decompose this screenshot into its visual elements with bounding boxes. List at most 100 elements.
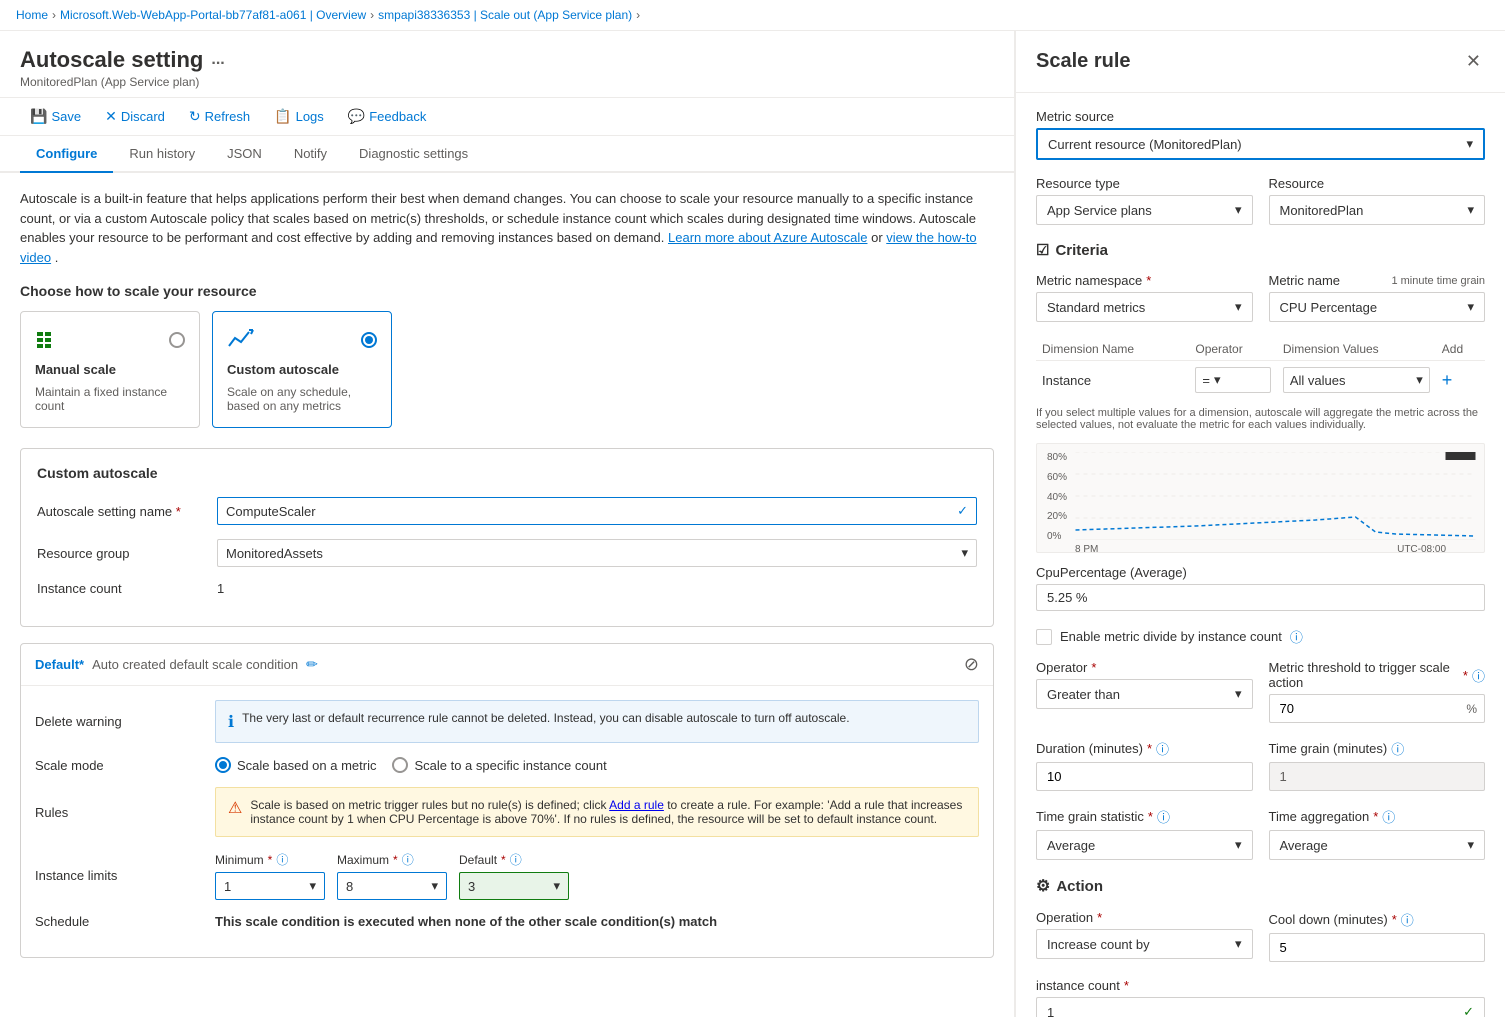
breadcrumb-scaleout[interactable]: smpapi38336353 | Scale out (App Service …: [378, 8, 632, 22]
min-group: Minimum * ⓘ 1 ▾: [215, 851, 325, 900]
max-select[interactable]: 8 ▾: [337, 872, 447, 900]
instance-count-label-rp: instance count *: [1036, 978, 1485, 993]
metric-name-select[interactable]: CPU Percentage ▾: [1269, 292, 1486, 322]
time-grain-info-icon[interactable]: ⓘ: [1391, 739, 1404, 758]
delete-icon[interactable]: ⊘: [964, 654, 979, 675]
cooldown-input[interactable]: [1269, 933, 1486, 962]
resource-col: Resource MonitoredPlan ▾: [1269, 176, 1486, 225]
time-grain-input[interactable]: [1269, 762, 1486, 791]
operation-label: Operation *: [1036, 910, 1253, 925]
condition-body: Delete warning ℹ The very last or defaul…: [21, 686, 993, 957]
tab-diagnostic[interactable]: Diagnostic settings: [343, 136, 484, 173]
cooldown-info-icon[interactable]: ⓘ: [1401, 910, 1414, 929]
tab-notify[interactable]: Notify: [278, 136, 343, 173]
operation-chevron-icon: ▾: [1235, 936, 1242, 952]
resource-type-col: Resource type App Service plans ▾: [1036, 176, 1253, 225]
autoscale-name-input[interactable]: ComputeScaler ✓: [217, 497, 977, 525]
rp-header: Scale rule ✕: [1016, 31, 1505, 93]
radio-metric[interactable]: Scale based on a metric: [215, 757, 376, 773]
cooldown-col: Cool down (minutes) * ⓘ: [1269, 910, 1486, 962]
stat-select[interactable]: Average ▾: [1036, 830, 1253, 860]
manual-scale-option[interactable]: Manual scale Maintain a fixed instance c…: [20, 311, 200, 428]
agg-info-icon[interactable]: ⓘ: [1382, 807, 1395, 826]
resource-type-select[interactable]: App Service plans ▾: [1036, 195, 1253, 225]
logs-button[interactable]: 📋 Logs: [264, 104, 334, 129]
operation-col: Operation * Increase count by ▾: [1036, 910, 1253, 962]
time-grain-col: Time grain (minutes) ⓘ: [1269, 739, 1486, 791]
instance-count-check-icon: ✓: [1463, 1004, 1474, 1017]
save-label: Save: [51, 109, 81, 124]
radio-specific[interactable]: Scale to a specific instance count: [392, 757, 606, 773]
duration-input[interactable]: [1036, 762, 1253, 791]
duration-info-icon[interactable]: ⓘ: [1156, 739, 1169, 758]
resource-group-select[interactable]: MonitoredAssets ▾: [217, 539, 977, 567]
dim-op-chevron-icon: ▾: [1214, 372, 1221, 388]
instance-count-row: Instance count 1: [37, 581, 977, 596]
default-info-icon[interactable]: ⓘ: [510, 851, 522, 868]
operation-select[interactable]: Increase count by ▾: [1036, 929, 1253, 959]
add-dimension-button[interactable]: +: [1442, 370, 1453, 391]
dim-operator-select[interactable]: = ▾: [1195, 367, 1271, 393]
stat-agg-row: Time grain statistic * ⓘ Average ▾ Time …: [1036, 807, 1485, 860]
refresh-label: Refresh: [205, 109, 251, 124]
condition-header: Default* Auto created default scale cond…: [21, 644, 993, 686]
feedback-button[interactable]: 💬 Feedback: [338, 104, 437, 129]
radio-metric-label: Scale based on a metric: [237, 758, 376, 773]
default-select[interactable]: 3 ▾: [459, 872, 569, 900]
operator-select[interactable]: Greater than ▾: [1036, 679, 1253, 709]
custom-desc: Scale on any schedule, based on any metr…: [227, 385, 377, 413]
min-info-icon[interactable]: ⓘ: [276, 851, 288, 868]
chart-area: 80% 60% 40% 20% 0%: [1036, 443, 1485, 553]
metric-ns-select[interactable]: Standard metrics ▾: [1036, 292, 1253, 322]
instance-count-input-rp[interactable]: 1 ✓: [1036, 997, 1485, 1017]
metric-ns-col: Metric namespace * Standard metrics ▾: [1036, 273, 1253, 322]
stat-info-icon[interactable]: ⓘ: [1157, 807, 1170, 826]
breadcrumb-sep-3: ›: [636, 8, 640, 22]
instance-limits-label: Instance limits: [35, 868, 215, 883]
agg-select[interactable]: Average ▾: [1269, 830, 1486, 860]
add-rule-link[interactable]: Add a rule: [609, 798, 664, 812]
scale-mode-options: Scale based on a metric Scale to a speci…: [215, 757, 979, 773]
discard-button[interactable]: ✕ Discard: [95, 104, 175, 129]
refresh-button[interactable]: ↻ Refresh: [179, 104, 260, 129]
refresh-icon: ↻: [189, 108, 201, 125]
tab-run-history[interactable]: Run history: [113, 136, 211, 173]
dim-values-col-header: Dimension Values: [1277, 338, 1436, 361]
dim-values-chevron-icon: ▾: [1416, 372, 1423, 388]
rp-close-button[interactable]: ✕: [1462, 47, 1485, 76]
threshold-input[interactable]: [1269, 694, 1486, 723]
warning-box: ℹ The very last or default recurrence ru…: [215, 700, 979, 743]
edit-icon[interactable]: ✏: [306, 656, 318, 673]
tab-json[interactable]: JSON: [211, 136, 278, 173]
max-info-icon[interactable]: ⓘ: [402, 851, 414, 868]
operator-label: Operator *: [1036, 660, 1253, 675]
threshold-info-icon[interactable]: ⓘ: [1472, 666, 1485, 685]
discard-label: Discard: [121, 109, 165, 124]
autoscale-name-label: Autoscale setting name *: [37, 504, 217, 519]
metric-source-select[interactable]: Current resource (MonitoredPlan) ▾: [1036, 128, 1485, 160]
save-button[interactable]: 💾 Save: [20, 104, 91, 129]
min-select[interactable]: 1 ▾: [215, 872, 325, 900]
custom-scale-option[interactable]: Custom autoscale Scale on any schedule, …: [212, 311, 392, 428]
breadcrumb-home[interactable]: Home: [16, 8, 48, 22]
chart-svg: [1075, 452, 1476, 540]
limits-row: Minimum * ⓘ 1 ▾: [215, 851, 979, 900]
tab-configure[interactable]: Configure: [20, 136, 113, 173]
learn-more-link[interactable]: Learn more about Azure Autoscale: [668, 230, 867, 245]
enable-divide-info-icon[interactable]: ⓘ: [1290, 627, 1303, 646]
page-title-text: Autoscale setting: [20, 47, 203, 73]
dim-values-select[interactable]: All values ▾: [1283, 367, 1430, 393]
resource-select[interactable]: MonitoredPlan ▾: [1269, 195, 1486, 225]
radio-specific-label: Scale to a specific instance count: [414, 758, 606, 773]
resource-group-row: Resource group MonitoredAssets ▾: [37, 539, 977, 567]
breadcrumb-webapp[interactable]: Microsoft.Web-WebApp-Portal-bb77af81-a06…: [60, 8, 366, 22]
page-title-ellipsis: ...: [211, 51, 224, 69]
enable-divide-checkbox[interactable]: [1036, 629, 1052, 645]
schedule-text: This scale condition is executed when no…: [215, 914, 979, 929]
schedule-label: Schedule: [35, 914, 215, 929]
threshold-col: Metric threshold to trigger scale action…: [1269, 660, 1486, 723]
resource-type-chevron-icon: ▾: [1235, 202, 1242, 218]
manual-radio[interactable]: [169, 332, 185, 348]
custom-radio[interactable]: [361, 332, 377, 348]
toolbar: 💾 Save ✕ Discard ↻ Refresh 📋 Logs 💬 Feed…: [0, 98, 1014, 136]
